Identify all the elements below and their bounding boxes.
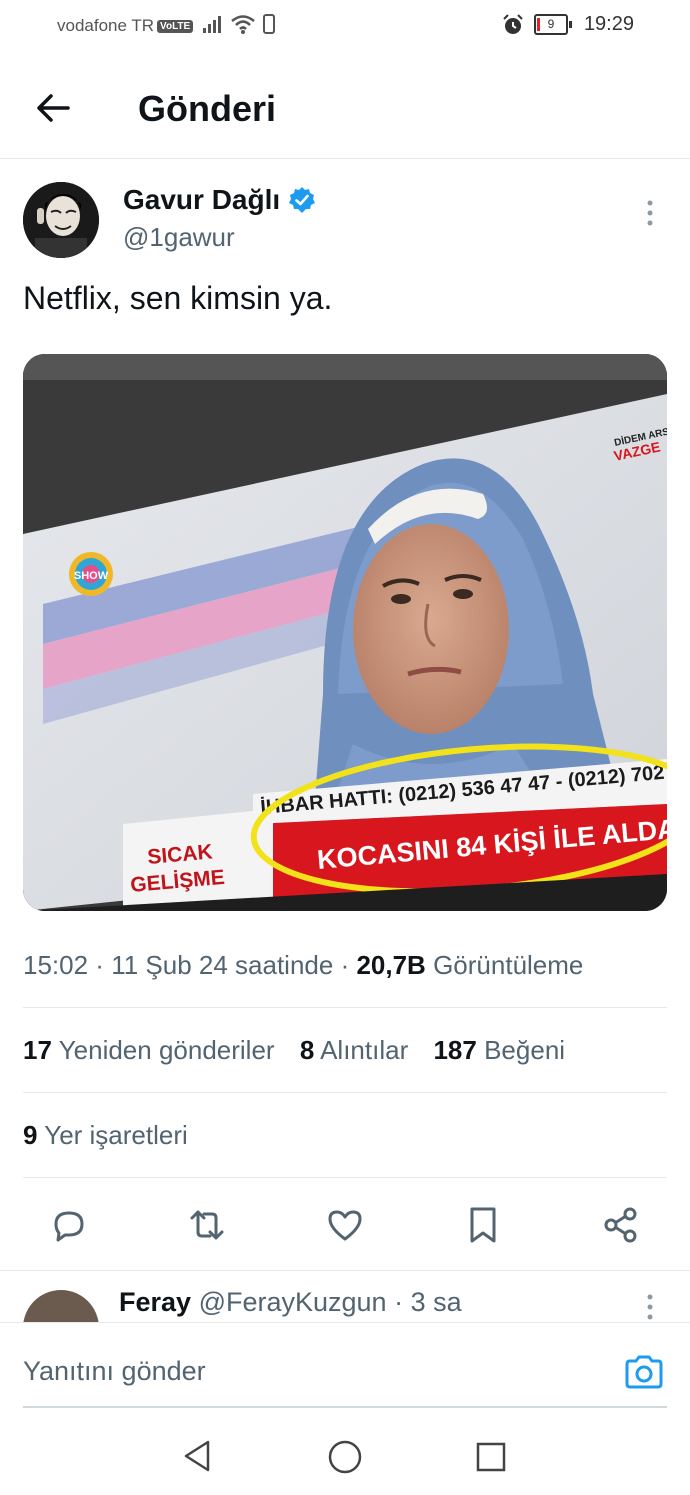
reply-input[interactable]: Yanıtını gönder <box>23 1356 206 1387</box>
clock: 19:29 <box>583 13 634 35</box>
reply-author-name[interactable]: Feray <box>119 1287 191 1317</box>
carrier-name: vodafone TR <box>57 16 155 35</box>
divider <box>23 1177 667 1178</box>
likes-label: Beğeni <box>484 1035 566 1065</box>
reply-author-handle[interactable]: @FerayKuzgun <box>199 1287 387 1317</box>
tweet-time[interactable]: 15:02 <box>23 950 88 980</box>
divider <box>23 1092 667 1093</box>
divider <box>0 1270 690 1271</box>
repost-button[interactable] <box>182 1200 232 1250</box>
tweet-text: Netflix, sen kimsin ya. <box>23 280 333 316</box>
views-count: 20,7B <box>356 950 426 980</box>
carrier-label: vodafone TR VoLTE <box>57 16 194 36</box>
share-icon <box>604 1207 637 1243</box>
bookmarks-stat[interactable]: 9 Yer işaretleri <box>23 1120 188 1151</box>
bookmarks-label: Yer işaretleri <box>44 1120 188 1150</box>
status-right: 9 19:29 <box>502 13 634 36</box>
tweet-date[interactable]: 11 Şub 24 saatinde <box>111 950 333 980</box>
signal-icons <box>202 13 276 35</box>
volte-badge: VoLTE <box>157 20 194 33</box>
reposts-count: 17 <box>23 1035 52 1065</box>
quotes-count: 8 <box>299 1035 315 1065</box>
like-button[interactable] <box>320 1200 370 1250</box>
phone-icon <box>263 14 275 34</box>
heart-icon <box>328 1210 362 1241</box>
alarm-icon <box>503 13 523 34</box>
divider <box>23 1007 667 1008</box>
author-name[interactable]: Gavur Dağlı <box>123 184 280 216</box>
more-options-icon[interactable] <box>640 198 660 228</box>
reposts-label: Yeniden gönderiler <box>58 1035 275 1065</box>
reply-more-icon[interactable] <box>640 1292 660 1322</box>
bookmark-button[interactable] <box>458 1200 508 1250</box>
avatar-image <box>23 182 99 258</box>
author-handle[interactable]: @1gawur <box>123 222 235 253</box>
status-bar: vodafone TR VoLTE 9 19:29 <box>0 0 690 55</box>
back-arrow-icon[interactable] <box>34 88 74 128</box>
wifi-icon <box>231 15 255 34</box>
reposts-stat[interactable]: 17 Yeniden gönderiler <box>23 1035 275 1065</box>
camera-icon[interactable] <box>623 1352 665 1392</box>
bookmark-icon <box>470 1207 496 1243</box>
system-nav-bar <box>0 1420 690 1495</box>
author-avatar[interactable] <box>23 182 99 258</box>
quotes-stat[interactable]: 8 Alıntılar <box>300 1035 408 1065</box>
page-title: Gönderi <box>138 88 277 129</box>
nav-home-icon[interactable] <box>326 1438 364 1476</box>
reply-button[interactable] <box>44 1200 94 1250</box>
bookmarks-count: 9 <box>23 1120 38 1150</box>
author-name-row[interactable]: Gavur Dağlı <box>123 184 316 216</box>
nav-back-icon[interactable] <box>180 1438 216 1474</box>
composer-underline <box>23 1406 667 1408</box>
tweet-timestamp-views: 15:02 · 11 Şub 24 saatinde · 20,7B Görün… <box>23 950 584 980</box>
signal-icon <box>203 16 221 33</box>
nav-recents-icon[interactable] <box>474 1440 508 1474</box>
likes-stat[interactable]: 187 Beğeni <box>433 1035 565 1065</box>
verified-badge-icon <box>289 187 316 213</box>
reply-icon <box>54 1211 84 1242</box>
reply-age: 3 sa <box>410 1287 462 1317</box>
repost-icon <box>190 1210 224 1240</box>
tweet-actions <box>0 1200 690 1250</box>
reply-avatar[interactable] <box>23 1290 99 1324</box>
quotes-label: Alıntılar <box>320 1035 409 1065</box>
share-button[interactable] <box>596 1200 646 1250</box>
tweet-media-image[interactable]: SHOW DİDEM ARSLAN VAZGE İHBAR HATTI: (02… <box>23 354 667 911</box>
top-app-bar: Gönderi <box>0 60 690 159</box>
battery-icon: 9 <box>533 14 572 35</box>
views-label: Görüntüleme <box>433 950 584 980</box>
likes-count: 187 <box>433 1035 477 1065</box>
tv-screen-photo: SHOW DİDEM ARSLAN VAZGE İHBAR HATTI: (02… <box>23 354 667 911</box>
channel-logo-text: SHOW <box>74 570 109 582</box>
reply-header[interactable]: Feray @FerayKuzgun · 3 sa <box>119 1287 462 1318</box>
engagement-stats: 17 Yeniden gönderiler 8 Alıntılar 187 Be… <box>23 1035 565 1066</box>
